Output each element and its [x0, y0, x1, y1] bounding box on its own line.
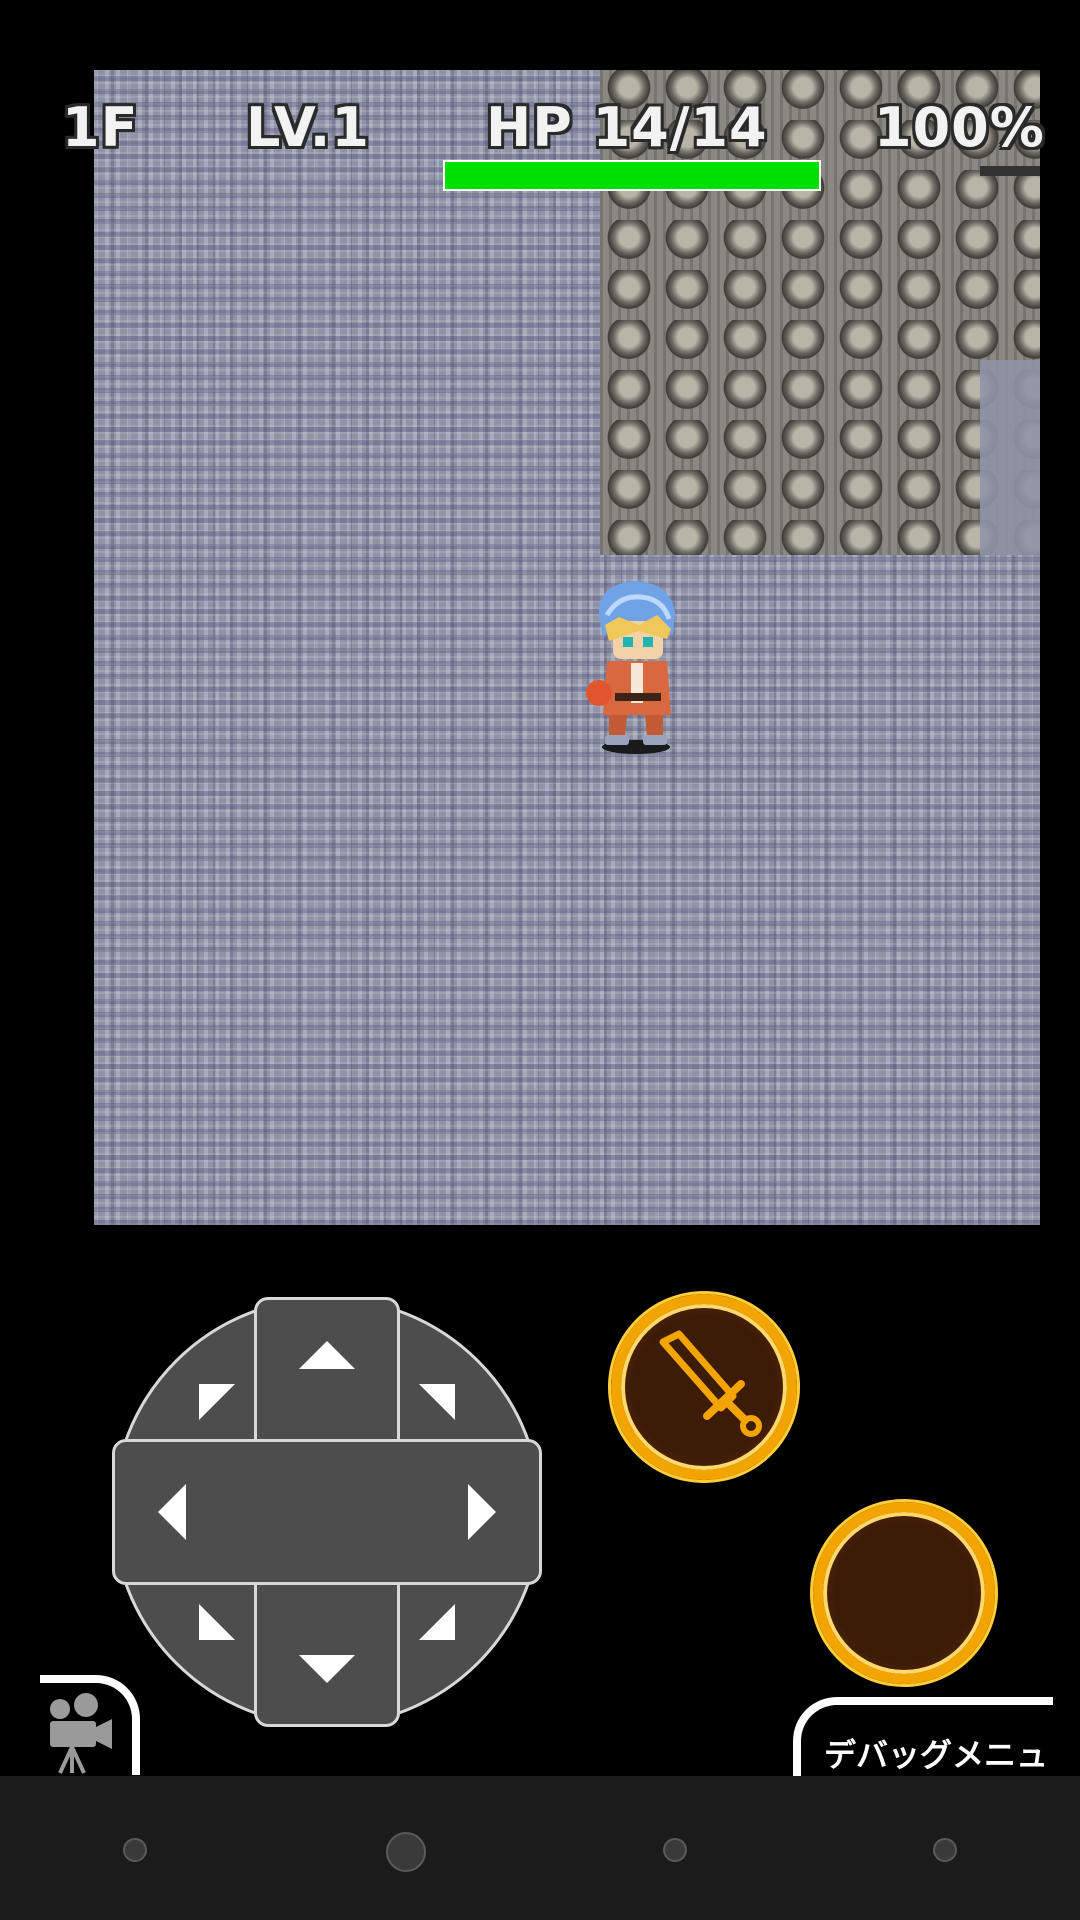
arrow-up-icon[interactable] — [287, 1317, 367, 1397]
sword-icon — [659, 1330, 762, 1437]
arrow-down-icon[interactable] — [287, 1627, 367, 1707]
nav-button-3[interactable] — [663, 1838, 687, 1862]
hp-bar — [443, 160, 821, 191]
map-corner-marker — [980, 166, 1040, 176]
hp-bar-fill — [445, 162, 819, 189]
movie-camera-icon — [50, 1693, 112, 1774]
arrow-down-right-icon[interactable] — [397, 1582, 477, 1662]
hp-indicator: HP 14/14 — [486, 96, 768, 159]
nav-button-4[interactable] — [933, 1838, 957, 1862]
floor-edge — [980, 360, 1040, 555]
secondary-action-button[interactable] — [813, 1502, 995, 1684]
debug-menu-label[interactable]: デバッグメニュ — [824, 1730, 1048, 1776]
floor-indicator: 1F — [62, 96, 139, 159]
direction-pad[interactable] — [112, 1297, 542, 1727]
arrow-up-right-icon[interactable] — [397, 1362, 477, 1442]
arrow-up-left-icon[interactable] — [177, 1362, 257, 1442]
attack-button[interactable] — [611, 1294, 797, 1480]
arrow-down-left-icon[interactable] — [177, 1582, 257, 1662]
hunger-indicator: 100% — [874, 96, 1045, 159]
dungeon-map — [94, 70, 1040, 1225]
nav-button-1[interactable] — [123, 1838, 147, 1862]
arrow-left-icon[interactable] — [132, 1472, 212, 1552]
camera-tab[interactable] — [40, 1675, 140, 1775]
level-indicator: LV.1 — [246, 96, 370, 159]
arrow-right-icon[interactable] — [442, 1472, 522, 1552]
player-character — [586, 581, 675, 754]
dpad-center — [257, 1442, 397, 1582]
system-navigation-bar — [0, 1776, 1080, 1920]
nav-button-2[interactable] — [386, 1832, 426, 1872]
